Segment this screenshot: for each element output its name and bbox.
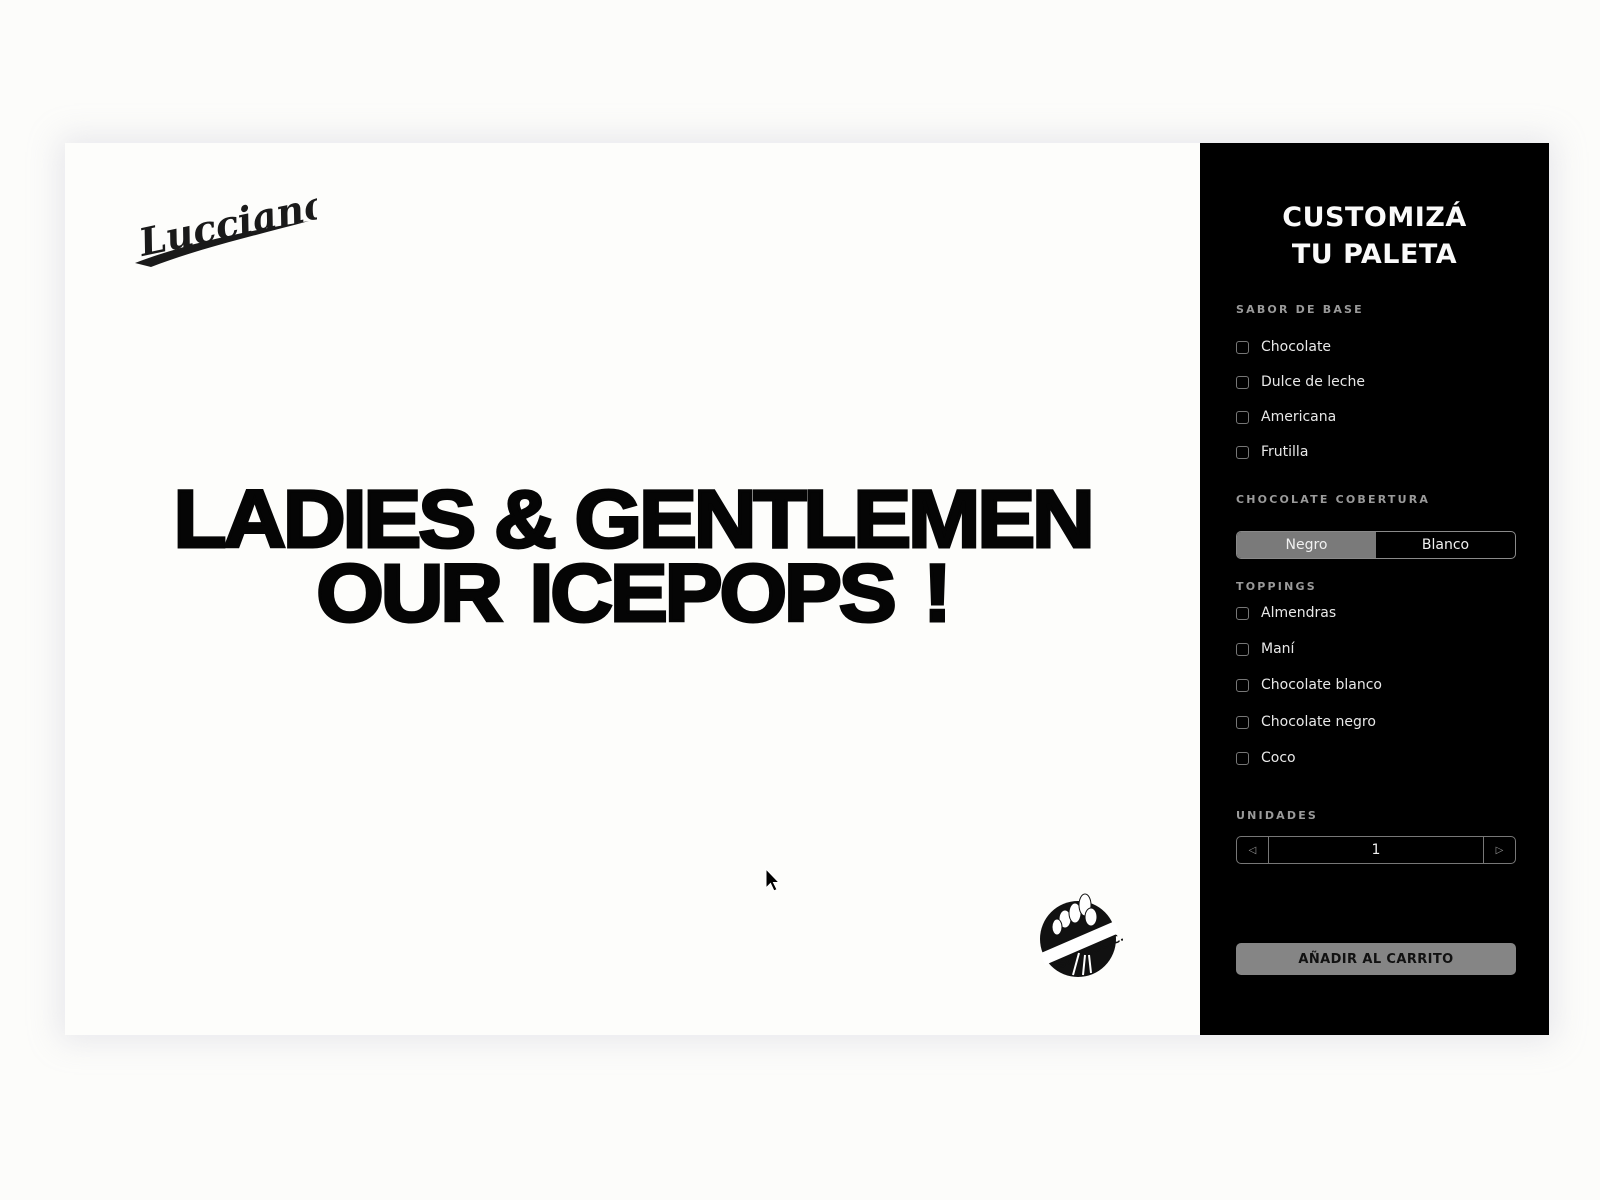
- add-to-cart-button[interactable]: AÑADIR AL CARRITO: [1236, 943, 1516, 975]
- checkbox[interactable]: [1236, 410, 1249, 424]
- headline-line-2: OUR ICEPOPS !: [315, 548, 954, 639]
- coating-option-negro[interactable]: Negro: [1237, 532, 1376, 558]
- base-option-dulce-de-leche[interactable]: Dulce de leche: [1236, 372, 1365, 392]
- topping-option-coco[interactable]: Coco: [1236, 748, 1296, 768]
- checkbox[interactable]: [1236, 340, 1249, 354]
- units-value[interactable]: 1: [1269, 837, 1483, 863]
- hero-headline: LADIES & GENTLEMEN OUR ICEPOPS !: [65, 477, 1200, 636]
- checkbox[interactable]: [1236, 445, 1249, 459]
- increment-arrow-icon[interactable]: ▷: [1483, 837, 1515, 863]
- hero-section: Lucciano's LADIES & GENTLEMEN OUR ICEPOP…: [65, 143, 1200, 1035]
- headline-line-1: LADIES & GENTLEMEN: [172, 474, 1097, 565]
- topping-option-chocolate-negro[interactable]: Chocolate negro: [1236, 712, 1376, 732]
- checkbox[interactable]: [1236, 375, 1249, 389]
- section-label-base: SABOR DE BASE: [1236, 303, 1364, 316]
- base-option-chocolate[interactable]: Chocolate: [1236, 337, 1331, 357]
- sin-tacc-badge: Sin T.A.C.C.: [1040, 893, 1123, 977]
- base-option-frutilla[interactable]: Frutilla: [1236, 442, 1308, 462]
- checkbox[interactable]: [1236, 715, 1249, 729]
- luccianos-logo[interactable]: Lucciano's: [127, 191, 317, 271]
- checkbox[interactable]: [1236, 606, 1249, 620]
- mouse-cursor-icon: [765, 868, 781, 892]
- product-card: Lucciano's LADIES & GENTLEMEN OUR ICEPOP…: [65, 143, 1549, 1035]
- section-label-toppings: TOPPINGS: [1236, 580, 1317, 593]
- section-label-coating: CHOCOLATE COBERTURA: [1236, 493, 1431, 506]
- topping-option-almendras[interactable]: Almendras: [1236, 603, 1336, 623]
- customize-panel: CUSTOMIZÁ TU PALETA SABOR DE BASE Chocol…: [1200, 143, 1549, 1035]
- base-option-americana[interactable]: Americana: [1236, 407, 1336, 427]
- units-stepper: ◁ 1 ▷: [1236, 836, 1516, 864]
- decrement-arrow-icon[interactable]: ◁: [1237, 837, 1269, 863]
- panel-title: CUSTOMIZÁ TU PALETA: [1282, 202, 1467, 270]
- coating-segmented-control: Negro Blanco: [1236, 531, 1516, 559]
- section-label-units: UNIDADES: [1236, 809, 1319, 822]
- coating-option-blanco[interactable]: Blanco: [1376, 532, 1515, 558]
- checkbox[interactable]: [1236, 751, 1249, 765]
- checkbox[interactable]: [1236, 678, 1249, 692]
- topping-option-chocolate-blanco[interactable]: Chocolate blanco: [1236, 675, 1382, 695]
- checkbox[interactable]: [1236, 642, 1249, 656]
- topping-option-mani[interactable]: Maní: [1236, 639, 1294, 659]
